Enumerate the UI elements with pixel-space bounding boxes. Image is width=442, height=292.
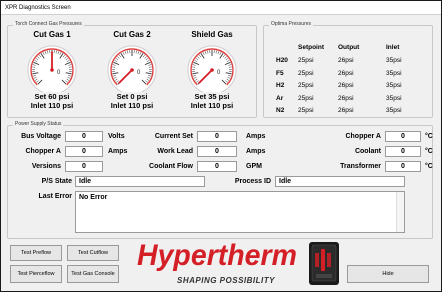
diagnostics-window: XPR Diagnostics Screen Torch Connect Gas… xyxy=(0,0,442,292)
pressure-gauge-dial: 0 xyxy=(187,45,237,92)
last-error-label: Last Error xyxy=(38,193,72,200)
chopper-a-temp-unit: °C xyxy=(425,133,433,140)
power-supply-unit-icon xyxy=(309,242,339,285)
process-id-label: Process ID xyxy=(234,178,271,185)
optima-output-value: 26psi xyxy=(338,69,354,77)
coolant-flow-label: Coolant Flow xyxy=(149,163,193,170)
chopper-a-field: 0 xyxy=(65,146,103,157)
transformer-temp-field: 0 xyxy=(385,161,421,172)
gauge-inlet: Inlet 110 psi xyxy=(30,101,74,110)
bus-voltage-label: Bus Voltage xyxy=(21,133,61,140)
process-id-field: Idle xyxy=(275,176,405,187)
current-set-label: Current Set xyxy=(154,133,193,140)
optima-inlet-value: 35psi xyxy=(386,69,402,77)
optima-setpoint-value: 25psi xyxy=(298,107,314,114)
coolant-temp-label: Coolant xyxy=(354,148,381,155)
transformer-temp-label: Transformer xyxy=(340,163,381,170)
work-lead-field: 0 xyxy=(197,146,237,157)
optima-inlet-value: 35psi xyxy=(386,107,402,114)
test-pierceflow-button[interactable]: Test Pierceflow xyxy=(10,265,62,283)
coolant-flow-field: 0 xyxy=(197,161,237,172)
ps-state-field: Idle xyxy=(75,176,205,187)
optima-inlet-value: 35psi xyxy=(386,82,402,89)
gauge-title: Shield Gas xyxy=(191,30,233,39)
header-inlet: Inlet xyxy=(386,44,400,51)
optima-gas-label: F5 xyxy=(276,69,284,77)
gauge-set: Set 35 psi xyxy=(194,92,230,101)
last-error-box: No Error xyxy=(75,191,405,233)
current-set-field: 0 xyxy=(197,131,237,142)
work-lead-label: Work Lead xyxy=(157,148,193,155)
chopper-a-label: Chopper A xyxy=(25,148,61,155)
pressure-gauge-dial: 0 xyxy=(107,45,157,92)
coolant-temp-field: 0 xyxy=(385,146,421,157)
gauge-set: Set 60 psi xyxy=(34,92,70,101)
test-gas-console-button[interactable]: Test Gas Console xyxy=(67,265,119,283)
last-error-scrollbar[interactable] xyxy=(396,192,404,232)
test-preflow-button[interactable]: Test Preflow xyxy=(10,245,62,261)
gauge-cut-gas-1: Cut Gas 1 0 Set 60 psi Inlet 110 psi xyxy=(17,30,87,120)
bus-voltage-field: 0 xyxy=(65,131,103,142)
gauge-title: Cut Gas 1 xyxy=(33,30,71,39)
optima-setpoint-value: 25psi xyxy=(298,94,314,102)
optima-inlet-value: 35psi xyxy=(386,94,402,102)
ps-state-label: P/S State xyxy=(41,178,72,185)
gauge-hub xyxy=(210,68,214,72)
optima-setpoint-value: 25psi xyxy=(298,82,314,89)
work-lead-unit: Amps xyxy=(246,148,266,155)
chopper-a-temp-label: Chopper A xyxy=(345,133,381,140)
hide-button[interactable]: Hide xyxy=(347,265,429,283)
optima-gas-label: H20 xyxy=(276,57,288,64)
optima-output-value: 26psi xyxy=(338,94,354,102)
gauge-shield-gas: Shield Gas 0 Set 35 psi Inlet 110 psi xyxy=(177,30,247,120)
last-error-text: No Error xyxy=(79,194,108,201)
coolant-temp-unit: °C xyxy=(425,148,433,155)
chopper-a-unit: Amps xyxy=(108,148,128,155)
optima-inlet-value: 35psi xyxy=(386,57,402,64)
current-set-unit: Amps xyxy=(246,133,266,140)
optima-output-value: 26psi xyxy=(338,57,354,64)
pressure-gauge-dial: 0 xyxy=(27,45,77,92)
gauge-set: Set 0 psi xyxy=(116,92,148,101)
coolant-flow-unit: GPM xyxy=(246,163,262,170)
transformer-temp-unit: °C xyxy=(425,163,433,170)
gauge-hub xyxy=(130,68,134,72)
gauge-title: Cut Gas 2 xyxy=(113,30,151,39)
optima-setpoint-value: 25psi xyxy=(298,57,314,64)
brand-tagline: SHAPING POSSIBILITY xyxy=(177,276,275,285)
bus-voltage-unit: Volts xyxy=(108,133,125,140)
window-title: XPR Diagnostics Screen xyxy=(1,1,441,15)
gauge-inlet: Inlet 110 psi xyxy=(110,101,154,110)
optima-output-value: 26psi xyxy=(338,107,354,114)
gauge-inlet: Inlet 110 psi xyxy=(190,101,234,110)
versions-field: 0 xyxy=(65,161,103,172)
hypertherm-logo: Hypertherm xyxy=(137,239,297,272)
optima-gas-label: Ar xyxy=(276,94,284,102)
optima-setpoint-value: 25psi xyxy=(298,69,314,77)
power-supply-status-label: Power Supply Status xyxy=(13,121,64,127)
optima-output-value: 26psi xyxy=(338,82,354,89)
optima-gas-label: N2 xyxy=(276,107,285,114)
header-setpoint: Setpoint xyxy=(298,44,324,51)
gauge-hub xyxy=(50,68,54,72)
optima-group-label: Optima Pressures xyxy=(269,21,314,27)
versions-label: Versions xyxy=(31,163,61,170)
optima-gas-label: H2 xyxy=(276,82,285,89)
gauge-cut-gas-2: Cut Gas 2 0 Set 0 psi Inlet 110 psi xyxy=(97,30,167,120)
test-cutflow-button[interactable]: Test Cutflow xyxy=(67,245,119,261)
header-output: Output xyxy=(338,44,360,51)
chopper-a-temp-field: 0 xyxy=(385,131,421,142)
torch-gas-group-label: Torch Connect Gas Pressures xyxy=(13,21,84,27)
